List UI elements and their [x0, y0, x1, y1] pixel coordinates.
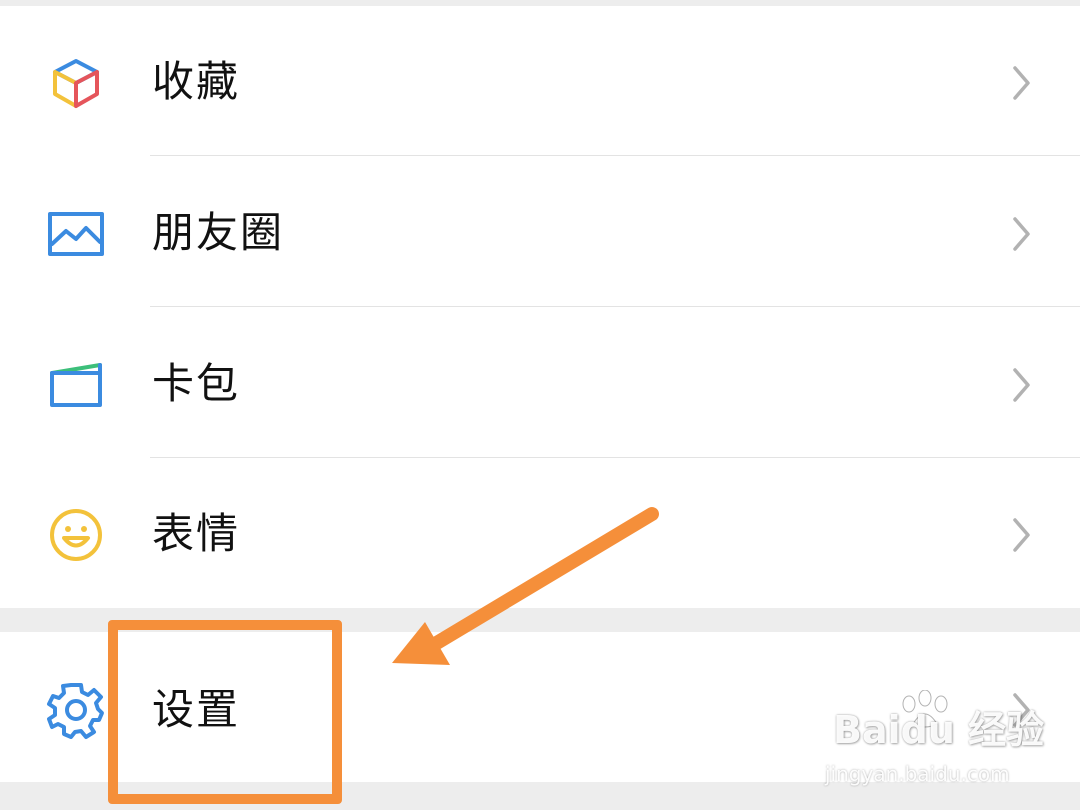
divider: [150, 306, 1080, 307]
chevron-right-icon: [1013, 66, 1030, 100]
moments-picture-icon: [48, 212, 104, 256]
menu-item-label: 表情: [152, 509, 241, 558]
chevron-right-icon: [1013, 217, 1030, 251]
chevron-right-icon: [1013, 518, 1030, 552]
watermark-url: jingyan.baidu.com: [825, 762, 1010, 786]
gear-icon: [47, 683, 104, 739]
annotation-highlight-box: [108, 620, 342, 804]
watermark-brand: Baidu 经验: [833, 708, 1045, 752]
menu-item-label: 收藏: [152, 57, 241, 106]
sticker-smiley-icon: [50, 509, 102, 561]
baidu-watermark: Baidu 经验 jingyan.baidu.com: [825, 690, 1044, 790]
menu-item-favorites[interactable]: 收藏: [0, 6, 1080, 156]
annotation-arrow: [392, 507, 659, 665]
card-wallet-icon: [50, 363, 102, 407]
menu-item-moments[interactable]: 朋友圈: [0, 157, 1080, 307]
chevron-right-icon: [1013, 368, 1030, 402]
divider: [150, 155, 1080, 156]
favorites-cube-icon: [53, 59, 99, 108]
menu-item-label: 朋友圈: [152, 208, 285, 257]
menu-item-label: 卡包: [152, 359, 241, 408]
menu-item-card-wallet[interactable]: 卡包: [0, 308, 1080, 458]
